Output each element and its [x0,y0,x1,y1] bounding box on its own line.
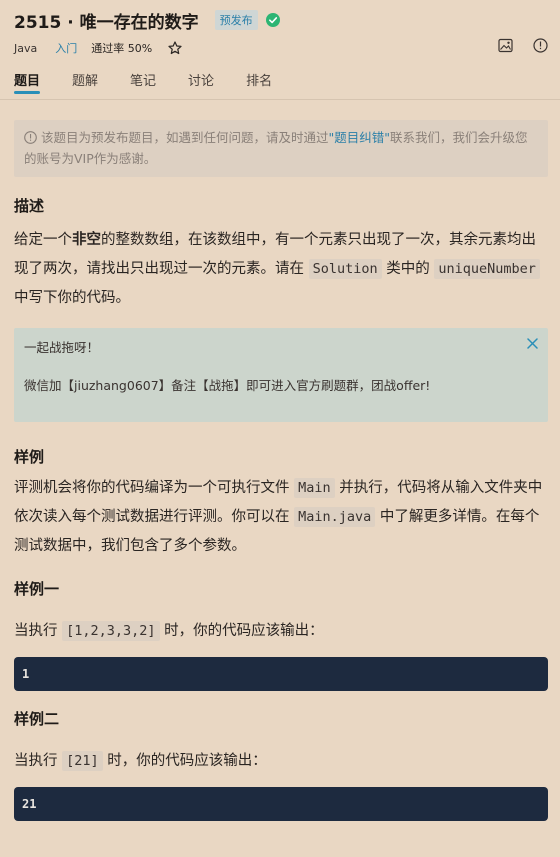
promo-callout: 一起战拖呀！ 微信加【jiuzhang0607】备注【战拖】即可进入官方刷题群，… [14,328,548,422]
sample-1-input: [1,2,3,3,2] [62,621,160,641]
sample-2-text: 当执行 [21] 时，你的代码应该输出： [14,751,267,771]
problem-tabs: 题目 题解 笔记 讨论 排名 [0,62,560,100]
difficulty-label: 入门 [55,42,78,55]
samples-heading: 样例 [14,448,45,466]
prerelease-notice: 该题目为预发布题目，如遇到任何问题，请及时通过"题目纠错"联系我们，我们会升级您… [14,120,548,177]
code-solution: Solution [308,259,382,279]
callout-line-1: 一起战拖呀！ [24,340,100,355]
description-text: 给定一个非空的整数数组，在该数组中，有一个元素只出现了一次，其余元素均出现了两次… [14,226,548,313]
tab-solutions[interactable]: 题解 [72,70,98,99]
tab-problem[interactable]: 题目 [14,70,41,99]
sample-1-heading: 样例一 [14,580,60,598]
image-icon[interactable] [498,38,513,53]
non-empty-emphasis: 非空 [72,232,101,248]
check-circle-icon [265,13,280,27]
notice-text: 该题目为预发布题目，如遇到任何问题，请及时通过 [41,130,329,145]
star-icon[interactable] [168,41,182,55]
info-circle-icon[interactable] [533,38,548,53]
sample-2-input: [21] [62,751,103,771]
callout-line-2: 微信加【jiuzhang0607】备注【战拖】即可进入官方刷题群，团战offer… [24,378,431,393]
problem-title: 2515 · 唯一存在的数字 [14,12,199,33]
code-main: Main [294,478,335,498]
tab-discussion[interactable]: 讨论 [188,70,214,99]
samples-description: 评测机会将你的代码编译为一个可执行文件 Main 并执行，代码将从输入文件夹中依… [14,478,543,554]
problem-content: 该题目为预发布题目，如遇到任何问题，请及时通过"题目纠错"联系我们，我们会升级您… [0,120,560,821]
language-label: Java [14,41,38,55]
close-icon[interactable] [527,338,538,349]
status-badge: 预发布 [214,10,258,30]
sample-2-heading: 样例二 [14,710,60,728]
info-icon [24,131,37,144]
sample-2-output: 21 [14,787,548,821]
code-main-java: Main.java [294,507,376,527]
code-unique-number: uniqueNumber [434,259,540,279]
report-error-link[interactable]: "题目纠错" [329,130,391,145]
sample-1-output: 1 [14,657,548,691]
description-heading: 描述 [14,197,45,215]
tab-ranking[interactable]: 排名 [246,70,272,99]
pass-rate: 通过率 50% [91,42,153,55]
problem-header: 2515 · 唯一存在的数字 预发布 Java 入门 通过率 50% [0,0,560,62]
sample-1-text: 当执行 [1,2,3,3,2] 时，你的代码应该输出： [14,621,324,641]
tab-notes[interactable]: 笔记 [130,70,156,99]
